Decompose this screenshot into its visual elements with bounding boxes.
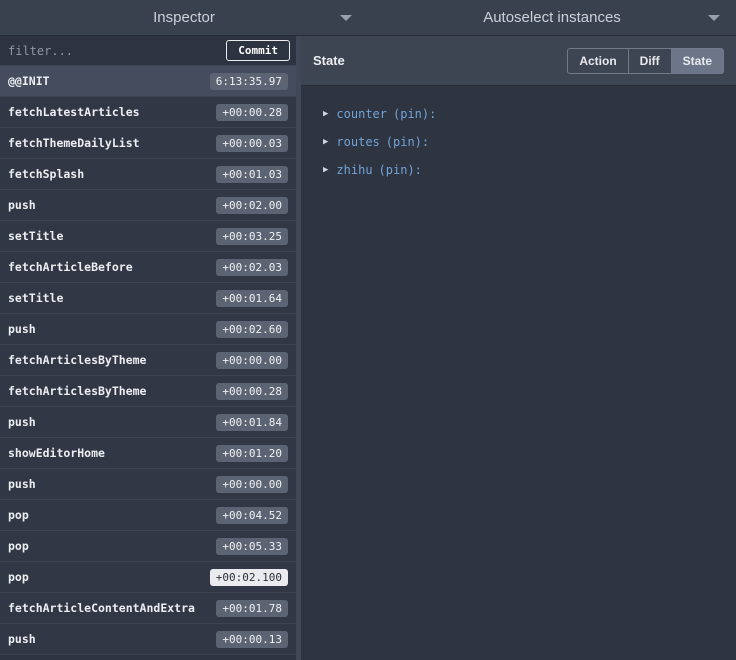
main-split: Commit @@INIT 6:13:35.97 fetchLatestArti… [0, 36, 736, 660]
action-time-badge: +00:04.52 [216, 506, 288, 524]
action-time-badge: +00:01.78 [216, 599, 288, 617]
action-name: push [8, 415, 36, 429]
action-list-item[interactable]: pop +00:04.52 [0, 500, 296, 531]
action-time-badge: +00:01.84 [216, 413, 288, 431]
action-list-item[interactable]: fetchArticlesByTheme +00:00.28 [0, 376, 296, 407]
filter-row: Commit [0, 36, 296, 66]
action-time-badge: +00:02.03 [216, 258, 288, 276]
monitor-dropdown-label: Inspector [153, 9, 215, 26]
tab-action[interactable]: Action [567, 47, 629, 74]
tree-node-meta: (pin): [385, 135, 430, 149]
action-list-item[interactable]: fetchArticleBefore +00:02.03 [0, 252, 296, 283]
action-name: fetchLatestArticles [8, 105, 140, 119]
action-time-badge: +00:02.100 [209, 568, 288, 586]
action-time-badge: 6:13:35.97 [209, 72, 288, 90]
action-name: push [8, 632, 36, 646]
tree-node-key: routes [336, 135, 380, 149]
action-list-item[interactable]: fetchArticlesByTheme +00:00.00 [0, 345, 296, 376]
expand-arrow-icon: ▶ [323, 109, 329, 119]
action-name: fetchSplash [8, 167, 85, 181]
state-panel-title: State [313, 53, 345, 68]
action-list: @@INIT 6:13:35.97 fetchLatestArticles +0… [0, 66, 296, 660]
state-tree: ▶ counter (pin): ▶ routes (pin): ▶ zhihu… [301, 86, 736, 184]
action-name: push [8, 477, 36, 491]
action-time-badge: +00:00.00 [216, 475, 288, 493]
action-time-badge: +00:01.20 [216, 444, 288, 462]
action-list-item[interactable]: push +00:02.00 [0, 190, 296, 221]
action-list-item[interactable]: setTitle +00:03.25 [0, 221, 296, 252]
tree-node-meta: (pin): [393, 107, 437, 121]
action-list-item[interactable]: push +00:00.00 [0, 469, 296, 500]
tab-state[interactable]: State [670, 47, 724, 74]
instance-dropdown-label: Autoselect instances [483, 9, 621, 26]
view-tabs: Action Diff State [567, 47, 724, 74]
tree-node-routes[interactable]: ▶ routes (pin): [301, 128, 736, 156]
action-list-item[interactable]: push +00:00.13 [0, 624, 296, 655]
action-name: fetchArticlesByTheme [8, 353, 147, 367]
action-list-item[interactable]: showEditorHome +00:01.20 [0, 438, 296, 469]
filter-input[interactable] [6, 42, 221, 59]
tab-diff[interactable]: Diff [627, 47, 672, 74]
action-time-badge: +00:01.64 [216, 289, 288, 307]
action-name: setTitle [8, 229, 64, 243]
action-name: pop [8, 539, 29, 553]
action-list-item[interactable]: pop +00:02.100 [0, 562, 296, 593]
action-name: pop [8, 508, 29, 522]
action-name: @@INIT [8, 74, 50, 88]
action-time-badge: +00:00.28 [216, 103, 288, 121]
chevron-down-icon [340, 14, 352, 21]
state-panel: State Action Diff State ▶ counter (pin):… [301, 36, 736, 660]
action-time-badge: +00:05.33 [216, 537, 288, 555]
action-list-item[interactable]: fetchArticleContentAndExtra +00:01.78 [0, 593, 296, 624]
state-panel-header: State Action Diff State [301, 36, 736, 86]
action-list-item[interactable]: setTitle +00:01.64 [0, 283, 296, 314]
action-list-item[interactable]: push +00:01.84 [0, 407, 296, 438]
action-name: pop [8, 570, 29, 584]
action-time-badge: +00:00.28 [216, 382, 288, 400]
instance-dropdown[interactable]: Autoselect instances [368, 0, 736, 35]
tree-node-key: zhihu [336, 163, 373, 177]
action-name: fetchArticleBefore [8, 260, 133, 274]
action-list-item[interactable]: fetchLatestArticles +00:00.28 [0, 97, 296, 128]
tree-node-zhihu[interactable]: ▶ zhihu (pin): [301, 156, 736, 184]
action-time-badge: +00:02.60 [216, 320, 288, 338]
action-time-badge: +00:01.03 [216, 165, 288, 183]
action-name: push [8, 198, 36, 212]
monitor-dropdown[interactable]: Inspector [0, 0, 368, 35]
expand-arrow-icon: ▶ [323, 165, 329, 175]
action-time-badge: +00:00.00 [216, 351, 288, 369]
action-list-panel: Commit @@INIT 6:13:35.97 fetchLatestArti… [0, 36, 296, 660]
action-time-badge: +00:02.00 [216, 196, 288, 214]
action-name: showEditorHome [8, 446, 105, 460]
action-name: setTitle [8, 291, 64, 305]
action-list-item[interactable]: fetchSplash +00:01.03 [0, 159, 296, 190]
action-time-badge: +00:00.03 [216, 134, 288, 152]
expand-arrow-icon: ▶ [323, 137, 329, 147]
tree-node-meta: (pin): [378, 163, 422, 177]
top-bar: Inspector Autoselect instances [0, 0, 736, 36]
chevron-down-icon [708, 14, 720, 21]
action-list-item[interactable]: push +00:02.60 [0, 314, 296, 345]
commit-button[interactable]: Commit [226, 40, 290, 61]
action-name: fetchThemeDailyList [8, 136, 140, 150]
action-name: push [8, 322, 36, 336]
action-name: fetchArticleContentAndExtra [8, 601, 195, 615]
action-list-item[interactable]: pop +00:05.33 [0, 531, 296, 562]
action-time-badge: +00:00.13 [216, 630, 288, 648]
tree-node-key: counter [336, 107, 387, 121]
action-list-item[interactable]: @@INIT 6:13:35.97 [0, 66, 296, 97]
action-time-badge: +00:03.25 [216, 227, 288, 245]
tree-node-counter[interactable]: ▶ counter (pin): [301, 100, 736, 128]
action-name: fetchArticlesByTheme [8, 384, 147, 398]
action-list-item[interactable]: fetchThemeDailyList +00:00.03 [0, 128, 296, 159]
